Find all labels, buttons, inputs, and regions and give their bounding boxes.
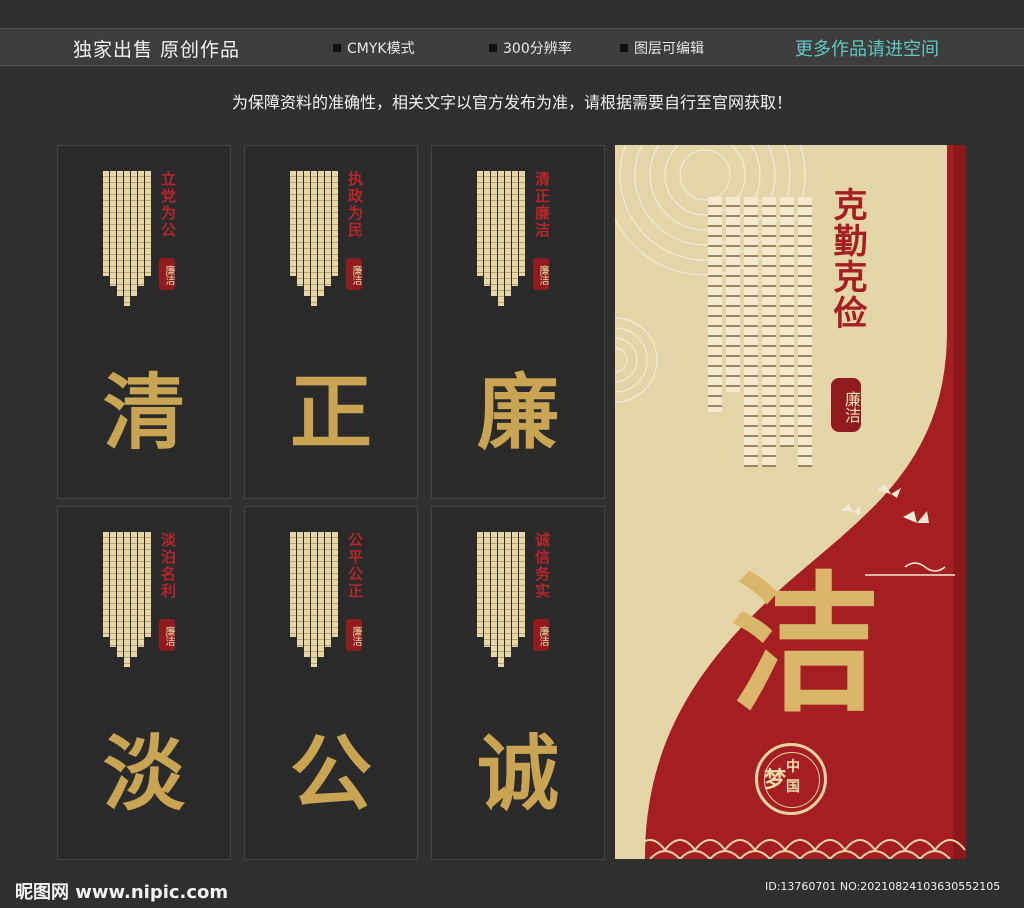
feature-resolution: 300分辨率: [489, 38, 572, 58]
main-poster: 克勤克俭 廉洁 洁 梦 中 国: [615, 145, 966, 859]
decor-strip: [110, 171, 116, 286]
decor-strip: [512, 171, 518, 286]
image-id-text: ID:13760701 NO:20210824103630552105: [765, 880, 1001, 893]
decor-strip: [131, 532, 137, 657]
poster-seal: 廉洁: [831, 378, 861, 432]
stamp-bottom-char: 国: [786, 779, 800, 795]
panel-big-character: 正: [289, 365, 372, 461]
feature-layers: 图层可编辑: [620, 38, 704, 58]
decor-strip: [477, 532, 483, 637]
decor-strip: [124, 532, 130, 667]
decor-strip: [477, 171, 483, 276]
brand-text: 独家出售 原创作品: [73, 39, 241, 61]
decor-strip: [512, 532, 518, 647]
china-dream-stamp: 梦 中 国: [755, 743, 827, 815]
decor-strip: [332, 532, 338, 637]
panel-3: 清正廉洁 廉洁 廉: [431, 145, 605, 499]
decor-strip: [304, 171, 310, 296]
decor-strip: [290, 171, 296, 276]
decor-strip: [325, 171, 331, 286]
panel-vertical-text: 立党为公: [159, 171, 177, 239]
poster-strip: [726, 197, 740, 392]
decor-strip: [311, 532, 317, 667]
feature-cmyk: CMYK模式: [333, 38, 415, 58]
poster-decor-strips: [708, 197, 813, 467]
decor-strip: [297, 532, 303, 647]
poster-strip: [708, 197, 722, 412]
panel-vertical-text: 清正廉洁: [533, 171, 551, 239]
panel-6: 诚信务实 廉洁 诚: [431, 506, 605, 860]
decor-strip: [491, 171, 497, 296]
panel-big-character: 清: [102, 365, 185, 461]
panel-vertical-text: 执政为民: [346, 171, 364, 239]
panel-seal: 廉洁: [533, 258, 549, 290]
decor-strip: [311, 171, 317, 306]
poster-strip: [798, 197, 812, 467]
decor-strips: [103, 532, 155, 667]
decor-strip: [318, 532, 324, 657]
decor-strip: [131, 171, 137, 296]
poster-title: 克勤克俭: [827, 187, 867, 331]
decor-strip: [110, 532, 116, 647]
panel-big-character: 诚: [476, 726, 559, 822]
decor-strips: [103, 171, 155, 306]
panel-vertical-text: 公平公正: [346, 532, 364, 600]
decor-strip: [498, 532, 504, 667]
decor-strip: [484, 532, 490, 647]
panel-4: 淡泊名利 廉洁 淡: [57, 506, 231, 860]
decor-strip: [290, 532, 296, 637]
decor-strip: [117, 171, 123, 296]
decor-strip: [145, 532, 151, 637]
decor-strips: [290, 532, 342, 667]
panel-big-character: 廉: [476, 365, 559, 461]
decor-strips: [477, 171, 529, 306]
panel-big-character: 公: [289, 726, 372, 822]
bullet-square-icon: [333, 44, 341, 52]
decor-strips: [290, 171, 342, 306]
decor-strip: [519, 171, 525, 276]
bullet-square-icon: [489, 44, 497, 52]
top-banner: 独家出售 原创作品 CMYK模式 300分辨率 图层可编辑 更多作品请进空间: [0, 28, 1024, 66]
panel-big-character: 淡: [102, 726, 185, 822]
decor-strip: [491, 532, 497, 657]
poster-strip: [780, 197, 794, 447]
decor-strip: [103, 532, 109, 637]
decor-strip: [145, 171, 151, 276]
panel-vertical-text: 诚信务实: [533, 532, 551, 600]
stamp-script-char: 梦: [764, 768, 787, 793]
panel-seal: 廉洁: [159, 619, 175, 651]
bullet-square-icon: [620, 44, 628, 52]
decor-strip: [318, 171, 324, 296]
decor-strip: [117, 532, 123, 657]
decor-strip: [498, 171, 504, 306]
poster-strip: [762, 197, 776, 467]
panel-seal: 廉洁: [346, 258, 362, 290]
decor-strip: [103, 171, 109, 276]
panel-2: 执政为民 廉洁 正: [244, 145, 418, 499]
decor-strip: [505, 171, 511, 296]
decor-strip: [519, 532, 525, 637]
decor-strip: [332, 171, 338, 276]
panel-seal: 廉洁: [159, 258, 175, 290]
panel-vertical-text: 淡泊名利: [159, 532, 177, 600]
decor-strip: [505, 532, 511, 657]
stamp-top-char: 中: [786, 759, 800, 775]
decor-strips: [477, 532, 529, 667]
notice-text: 为保障资料的准确性，相关文字以官方发布为准，请根据需要自行至官网获取！: [231, 93, 792, 112]
site-logo: 昵图网 www.nipic.com: [15, 882, 229, 903]
poster-big-character: 洁: [729, 557, 880, 733]
panel-5: 公平公正 廉洁 公: [244, 506, 418, 860]
decor-strip: [138, 532, 144, 647]
decor-strip: [325, 532, 331, 647]
decor-strip: [138, 171, 144, 286]
panel-1: 立党为公 廉洁 清: [57, 145, 231, 499]
decor-strip: [304, 532, 310, 657]
decor-strip: [124, 171, 130, 306]
panel-seal: 廉洁: [533, 619, 549, 651]
poster-strip: [744, 197, 758, 467]
decor-strip: [484, 171, 490, 286]
more-works-link[interactable]: 更多作品请进空间: [795, 35, 939, 61]
decor-strip: [297, 171, 303, 286]
panel-seal: 廉洁: [346, 619, 362, 651]
